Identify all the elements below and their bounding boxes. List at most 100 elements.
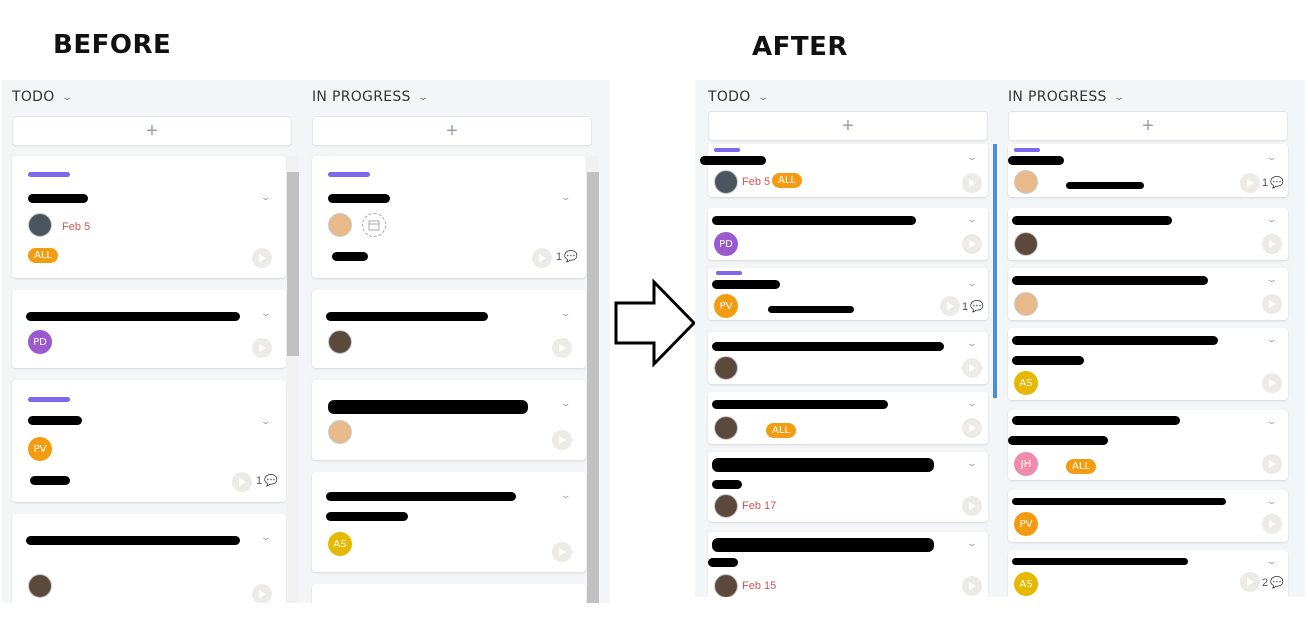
- redacted-title: [1008, 156, 1064, 165]
- play-icon[interactable]: [1240, 173, 1260, 193]
- task-card[interactable]: ⌄ Feb 15: [708, 532, 988, 597]
- chevron-down-icon[interactable]: ⌄: [560, 490, 571, 501]
- avatar: [328, 420, 352, 444]
- play-icon[interactable]: [552, 338, 572, 358]
- task-card[interactable]: ⌄: [708, 332, 988, 384]
- play-icon[interactable]: [1262, 294, 1282, 314]
- task-card[interactable]: ⌄: [12, 514, 286, 603]
- redacted-title: [712, 458, 934, 472]
- chevron-down-icon[interactable]: ⌄: [61, 92, 73, 103]
- add-card-button[interactable]: +: [1008, 111, 1288, 141]
- calendar-icon[interactable]: [362, 213, 386, 237]
- comment-count: 1 💬: [1262, 176, 1284, 190]
- chevron-down-icon[interactable]: ⌄: [966, 214, 977, 225]
- tag-all[interactable]: ALL: [1066, 459, 1096, 474]
- comment-icon: 💬: [1270, 577, 1284, 589]
- play-icon[interactable]: [532, 248, 552, 268]
- chevron-down-icon[interactable]: ⌄: [1266, 274, 1277, 285]
- priority-bar: [716, 271, 742, 275]
- task-card[interactable]: [312, 584, 586, 603]
- play-icon[interactable]: [962, 358, 982, 378]
- chevron-down-icon[interactable]: ⌄: [1113, 92, 1125, 103]
- avatar: AS: [1014, 371, 1038, 395]
- redacted-title: [326, 512, 408, 521]
- chevron-down-icon[interactable]: ⌄: [966, 398, 977, 409]
- task-card[interactable]: ⌄ 1 💬: [1008, 144, 1288, 197]
- chevron-down-icon[interactable]: ⌄: [966, 278, 977, 289]
- task-card[interactable]: ⌄ PD: [708, 208, 988, 260]
- chevron-down-icon[interactable]: ⌄: [260, 192, 271, 203]
- play-icon[interactable]: [962, 418, 982, 438]
- tag-all[interactable]: ALL: [772, 173, 802, 188]
- chevron-down-icon[interactable]: ⌄: [966, 152, 977, 163]
- scrollbar-thumb[interactable]: [587, 172, 599, 603]
- column-title-todo[interactable]: TODO ⌄: [12, 89, 73, 105]
- play-icon[interactable]: [962, 173, 982, 193]
- redacted-title: [712, 216, 916, 225]
- play-icon[interactable]: [252, 338, 272, 358]
- play-icon[interactable]: [1262, 514, 1282, 534]
- task-card[interactable]: ⌄ Feb 17: [708, 452, 988, 522]
- task-card[interactable]: ⌄ PV: [1008, 490, 1288, 542]
- task-card[interactable]: ⌄ AS 2 💬: [1008, 550, 1288, 597]
- task-card[interactable]: ⌄ JH ALL: [1008, 410, 1288, 480]
- play-icon[interactable]: [232, 472, 252, 492]
- task-card[interactable]: ⌄ AS: [312, 472, 586, 572]
- avatar: PV: [714, 294, 738, 318]
- play-icon[interactable]: [552, 430, 572, 450]
- task-card[interactable]: ⌄ AS: [1008, 328, 1288, 400]
- play-icon[interactable]: [1262, 373, 1282, 393]
- column-title-todo[interactable]: TODO ⌄: [708, 89, 769, 105]
- play-icon[interactable]: [1262, 234, 1282, 254]
- chevron-down-icon[interactable]: ⌄: [260, 308, 271, 319]
- play-icon[interactable]: [1262, 454, 1282, 474]
- chevron-down-icon[interactable]: ⌄: [966, 338, 977, 349]
- task-card[interactable]: ⌄ PV 1 💬: [12, 380, 286, 502]
- play-icon[interactable]: [552, 542, 572, 562]
- task-card[interactable]: ⌄: [1008, 268, 1288, 320]
- play-icon[interactable]: [252, 248, 272, 268]
- chevron-down-icon[interactable]: ⌄: [560, 308, 571, 319]
- avatar: [714, 356, 738, 380]
- play-icon[interactable]: [962, 496, 982, 516]
- task-card[interactable]: ⌄: [312, 380, 586, 460]
- chevron-down-icon[interactable]: ⌄: [966, 458, 977, 469]
- chevron-down-icon[interactable]: ⌄: [260, 532, 271, 543]
- play-icon[interactable]: [940, 296, 960, 316]
- task-card[interactable]: ⌄ PD: [12, 290, 286, 368]
- play-icon[interactable]: [962, 234, 982, 254]
- tag-all[interactable]: ALL: [28, 248, 58, 263]
- play-icon[interactable]: [1240, 572, 1260, 592]
- chevron-down-icon[interactable]: ⌄: [1266, 416, 1277, 427]
- column-title-in-progress[interactable]: IN PROGRESS ⌄: [312, 89, 429, 105]
- chevron-down-icon[interactable]: ⌄: [966, 538, 977, 549]
- chevron-down-icon[interactable]: ⌄: [560, 192, 571, 203]
- play-icon[interactable]: [252, 584, 272, 603]
- chevron-down-icon[interactable]: ⌄: [417, 92, 429, 103]
- play-icon[interactable]: [962, 576, 982, 596]
- task-card[interactable]: ⌄: [312, 290, 586, 368]
- task-card[interactable]: ⌄ PV 1 💬: [708, 268, 988, 320]
- task-card[interactable]: ⌄: [1008, 208, 1288, 260]
- chevron-down-icon[interactable]: ⌄: [1266, 334, 1277, 345]
- task-card[interactable]: ⌄ ALL: [708, 392, 988, 444]
- avatar: [28, 213, 52, 237]
- chevron-down-icon[interactable]: ⌄: [1266, 152, 1277, 163]
- chevron-down-icon[interactable]: ⌄: [757, 92, 769, 103]
- task-card[interactable]: ⌄ Feb 5 ALL: [12, 156, 286, 278]
- chevron-down-icon[interactable]: ⌄: [1266, 556, 1277, 567]
- add-card-button[interactable]: +: [708, 111, 988, 141]
- chevron-down-icon[interactable]: ⌄: [1266, 496, 1277, 507]
- chevron-down-icon[interactable]: ⌄: [260, 416, 271, 427]
- chevron-down-icon[interactable]: ⌄: [1266, 214, 1277, 225]
- add-card-button[interactable]: +: [12, 116, 292, 146]
- task-card[interactable]: ⌄ Feb 5 ALL: [700, 144, 988, 197]
- chevron-down-icon[interactable]: ⌄: [560, 398, 571, 409]
- avatar: PV: [28, 437, 52, 461]
- task-card[interactable]: ⌄ 1 💬: [312, 156, 586, 278]
- column-title-in-progress[interactable]: IN PROGRESS ⌄: [1008, 89, 1125, 105]
- add-card-button[interactable]: +: [312, 116, 592, 146]
- comment-icon: 💬: [564, 251, 578, 263]
- tag-all[interactable]: ALL: [766, 423, 796, 438]
- scrollbar-thumb[interactable]: [287, 172, 299, 356]
